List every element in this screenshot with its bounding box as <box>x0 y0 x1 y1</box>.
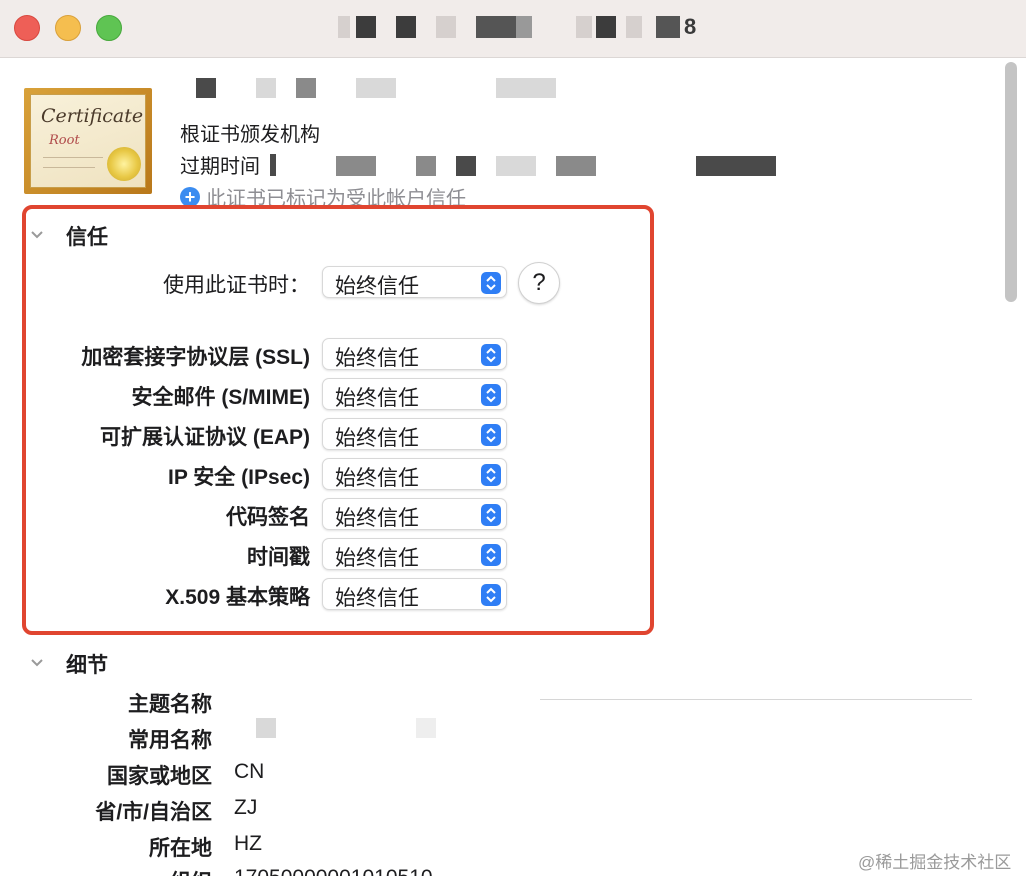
details-section-title: 细节 <box>66 654 108 677</box>
certificate-icon: Certificate Root <box>24 88 152 194</box>
popup-stepper-icon <box>481 272 501 294</box>
trust-section-title: 信任 <box>66 226 108 249</box>
redacted-name <box>196 78 216 98</box>
title-redaction <box>396 16 416 38</box>
redacted-expiry <box>456 156 476 176</box>
popup-stepper-icon <box>481 464 501 486</box>
plus-icon: + <box>180 186 200 207</box>
trust-codesign-popup[interactable]: 始终信任 <box>322 498 507 530</box>
redacted-name <box>256 78 276 98</box>
title-redaction <box>476 16 516 38</box>
trust-eap-popup[interactable]: 始终信任 <box>322 418 507 450</box>
zoom-button[interactable] <box>96 15 122 41</box>
trust-row-value: 始终信任 <box>335 427 419 450</box>
trust-timestamp-popup[interactable]: 始终信任 <box>322 538 507 570</box>
certificate-icon-word: Certificate <box>41 105 144 127</box>
expiry-label: 过期时间 <box>180 156 260 178</box>
vertical-scrollbar[interactable] <box>1000 60 1022 876</box>
redacted-expiry <box>336 156 376 176</box>
redacted-expiry <box>270 154 276 176</box>
trust-row-value: 始终信任 <box>335 587 419 610</box>
detail-divider <box>540 699 972 700</box>
trust-disclosure-chevron-icon[interactable] <box>30 228 44 242</box>
title-redaction <box>576 16 592 38</box>
trust-ipsec-popup[interactable]: 始终信任 <box>322 458 507 490</box>
detail-label: 主题名称 <box>128 693 212 716</box>
trust-row-value: 始终信任 <box>335 347 419 370</box>
redacted-name <box>296 78 316 98</box>
detail-value: HZ <box>234 832 262 855</box>
trust-x509-popup[interactable]: 始终信任 <box>322 578 507 610</box>
window-title: 8 <box>684 14 697 39</box>
redacted-expiry <box>556 156 596 176</box>
popup-stepper-icon <box>481 504 501 526</box>
title-redaction <box>656 16 680 38</box>
when-using-popup[interactable]: 始终信任 <box>322 266 507 298</box>
redacted-expiry <box>416 156 436 176</box>
trust-row-value: 始终信任 <box>335 387 419 410</box>
trust-row-label: 时间戳 <box>247 546 310 569</box>
popup-stepper-icon <box>481 544 501 566</box>
certificate-icon-root: Root <box>49 133 80 148</box>
redacted-common-name <box>416 718 436 738</box>
detail-value: ZJ <box>234 796 258 819</box>
detail-value: 17050000001010510 <box>234 866 433 876</box>
minimize-button[interactable] <box>55 15 81 41</box>
when-using-label: 使用此证书时： <box>163 274 310 297</box>
close-button[interactable] <box>14 15 40 41</box>
trust-ssl-popup[interactable]: 始终信任 <box>322 338 507 370</box>
title-redaction <box>356 16 376 38</box>
detail-label: 国家或地区 <box>107 765 212 788</box>
trust-row-label: 加密套接字协议层 (SSL) <box>81 346 310 369</box>
popup-stepper-icon <box>481 344 501 366</box>
trust-row-value: 始终信任 <box>335 547 419 570</box>
redacted-expiry <box>496 156 536 176</box>
trust-row-value: 始终信任 <box>335 467 419 490</box>
trust-smime-popup[interactable]: 始终信任 <box>322 378 507 410</box>
trust-row-value: 始终信任 <box>335 507 419 530</box>
popup-stepper-icon <box>481 384 501 406</box>
title-redaction <box>596 16 616 38</box>
popup-stepper-icon <box>481 424 501 446</box>
title-redaction <box>338 16 350 38</box>
redacted-name <box>356 78 396 98</box>
trust-row-label: 安全邮件 (S/MIME) <box>131 386 311 409</box>
watermark: @稀土掘金技术社区 <box>858 853 1012 872</box>
issuer-label: 根证书颁发机构 <box>180 124 320 146</box>
detail-label: 常用名称 <box>128 729 212 752</box>
trust-row-label: X.509 基本策略 <box>165 586 310 609</box>
seal-icon <box>107 147 141 181</box>
popup-stepper-icon <box>481 584 501 606</box>
title-bar: 8 <box>0 0 1026 58</box>
scrollbar-thumb[interactable] <box>1005 62 1017 302</box>
details-disclosure-chevron-icon[interactable] <box>30 656 44 670</box>
help-button[interactable]: ? <box>518 262 560 304</box>
trust-row-label: IP 安全 (IPsec) <box>168 466 310 489</box>
redacted-name <box>496 78 556 98</box>
detail-label: 组织 <box>0 866 212 876</box>
detail-value: CN <box>234 760 265 783</box>
trust-row-label: 代码签名 <box>226 506 310 529</box>
certificate-window: 8 Certificate Root 根证书颁发机构 过期时间 + 此证书已标记… <box>0 0 1026 876</box>
trust-row-label: 可扩展认证协议 (EAP) <box>100 426 310 449</box>
detail-label: 省/市/自治区 <box>95 801 212 824</box>
redacted-common-name <box>256 718 276 738</box>
redacted-expiry <box>696 156 776 176</box>
title-redaction <box>516 16 532 38</box>
detail-label: 所在地 <box>149 837 212 860</box>
title-redaction <box>436 16 456 38</box>
title-redaction <box>626 16 642 38</box>
when-using-value: 始终信任 <box>335 275 419 298</box>
